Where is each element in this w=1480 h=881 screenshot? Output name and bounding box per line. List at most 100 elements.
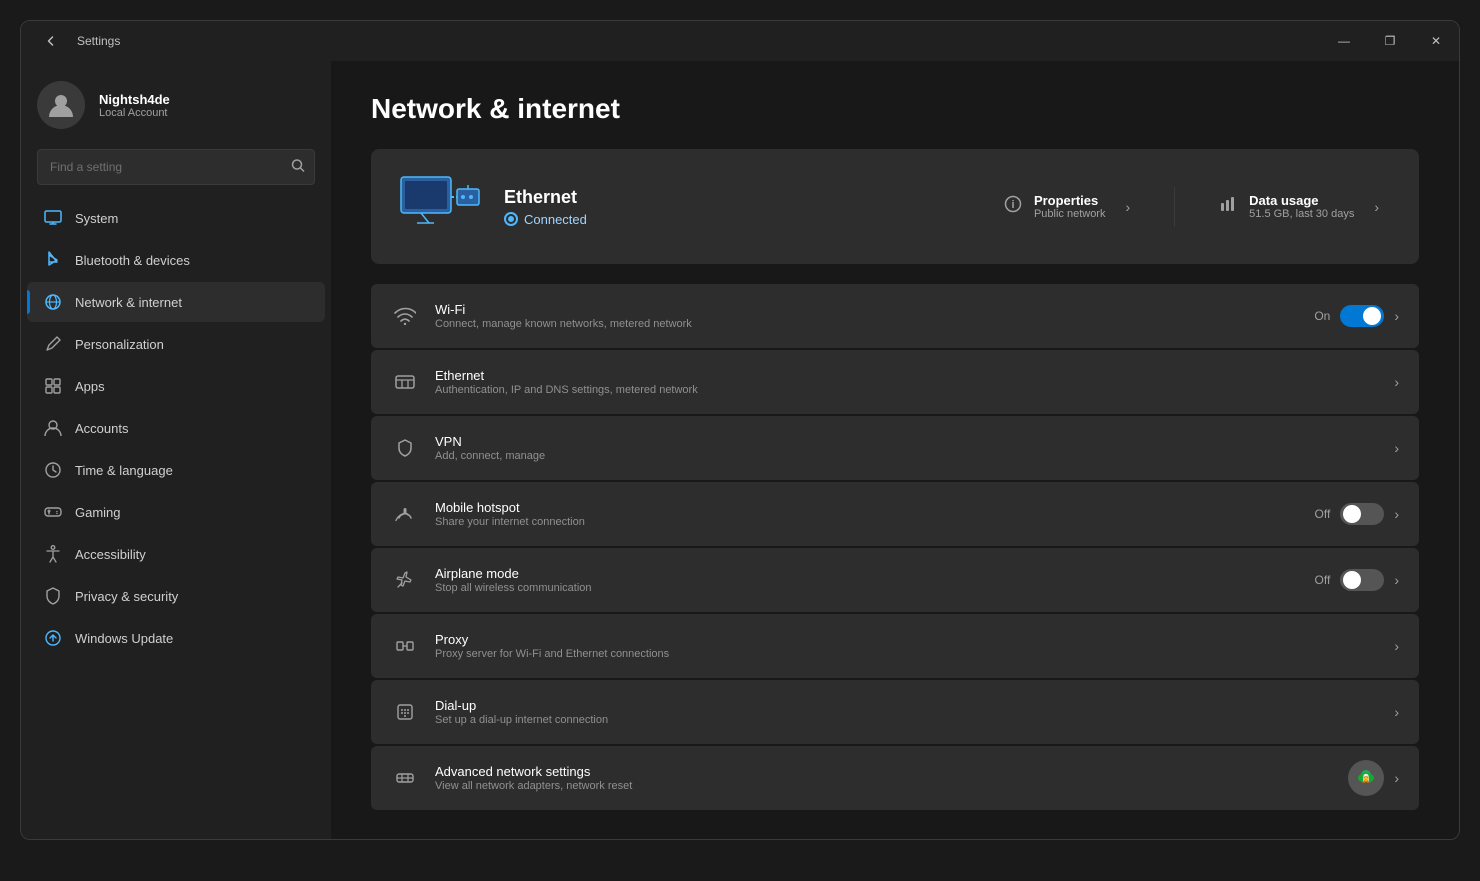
hotspot-title: Mobile hotspot xyxy=(435,500,1299,515)
ethernet-info: Ethernet Connected xyxy=(504,187,972,227)
sidebar-item-bluetooth[interactable]: Bluetooth & devices xyxy=(27,240,325,280)
search-box[interactable] xyxy=(37,149,315,185)
ethernet-chevron: › xyxy=(1394,374,1399,390)
dialup-icon xyxy=(391,698,419,726)
sidebar-label-apps: Apps xyxy=(75,379,105,394)
ethernet-list-title: Ethernet xyxy=(435,368,1378,383)
hotspot-toggle-label: Off xyxy=(1315,507,1331,521)
properties-chevron: › xyxy=(1125,199,1130,215)
window-controls: — ❐ ✕ xyxy=(1321,21,1459,61)
advanced-item[interactable]: Advanced network settings View all netwo… xyxy=(371,746,1419,810)
airplane-toggle[interactable] xyxy=(1340,569,1384,591)
network-icon xyxy=(43,292,63,312)
sidebar-label-system: System xyxy=(75,211,118,226)
sidebar-item-update[interactable]: Windows Update xyxy=(27,618,325,658)
accounts-icon xyxy=(43,418,63,438)
wifi-desc: Connect, manage known networks, metered … xyxy=(435,318,1298,330)
sidebar-item-privacy[interactable]: Privacy & security xyxy=(27,576,325,616)
proxy-desc: Proxy server for Wi-Fi and Ethernet conn… xyxy=(435,648,1378,660)
advanced-chevron: › xyxy=(1394,770,1399,786)
sidebar: Nightsh4de Local Account xyxy=(21,61,331,839)
wifi-text: Wi-Fi Connect, manage known networks, me… xyxy=(435,302,1298,330)
ethernet-actions: i Properties Public network › xyxy=(992,185,1391,228)
sidebar-item-apps[interactable]: Apps xyxy=(27,366,325,406)
close-button[interactable]: ✕ xyxy=(1413,21,1459,61)
advanced-text: Advanced network settings View all netwo… xyxy=(435,764,1332,792)
vpn-title: VPN xyxy=(435,434,1378,449)
ethernet-item[interactable]: Ethernet Authentication, IP and DNS sett… xyxy=(371,350,1419,414)
hotspot-item[interactable]: Mobile hotspot Share your internet conne… xyxy=(371,482,1419,546)
vpn-chevron: › xyxy=(1394,440,1399,456)
minimize-button[interactable]: — xyxy=(1321,21,1367,61)
avatar xyxy=(37,81,85,129)
airplane-toggle-label: Off xyxy=(1315,573,1331,587)
accessibility-icon xyxy=(43,544,63,564)
data-usage-action[interactable]: Data usage 51.5 GB, last 30 days › xyxy=(1207,185,1391,228)
update-icon xyxy=(43,628,63,648)
time-icon xyxy=(43,460,63,480)
properties-icon: i xyxy=(1004,195,1022,218)
data-usage-icon xyxy=(1219,195,1237,218)
sidebar-item-time[interactable]: Time & language xyxy=(27,450,325,490)
airplane-item[interactable]: Airplane mode Stop all wireless communic… xyxy=(371,548,1419,612)
properties-action[interactable]: i Properties Public network › xyxy=(992,185,1142,228)
svg-text:i: i xyxy=(1011,199,1014,211)
back-button[interactable] xyxy=(37,27,65,55)
maximize-button[interactable]: ❐ xyxy=(1367,21,1413,61)
airplane-right: Off › xyxy=(1315,569,1399,591)
user-avatar-thumb: 🧝 xyxy=(1348,760,1384,796)
ethernet-list-icon xyxy=(391,368,419,396)
ethernet-list-desc: Authentication, IP and DNS settings, met… xyxy=(435,384,1378,396)
sidebar-label-bluetooth: Bluetooth & devices xyxy=(75,253,190,268)
wifi-chevron: › xyxy=(1394,308,1399,324)
proxy-right: › xyxy=(1394,638,1399,654)
proxy-text: Proxy Proxy server for Wi-Fi and Etherne… xyxy=(435,632,1378,660)
vpn-icon xyxy=(391,434,419,462)
ethernet-status: Connected xyxy=(504,212,972,227)
hotspot-icon xyxy=(391,500,419,528)
data-usage-sub: 51.5 GB, last 30 days xyxy=(1249,208,1354,220)
sidebar-item-personalization[interactable]: Personalization xyxy=(27,324,325,364)
window-title: Settings xyxy=(77,34,120,48)
dialup-right: › xyxy=(1394,704,1399,720)
sidebar-item-gaming[interactable]: Gaming xyxy=(27,492,325,532)
sidebar-item-network[interactable]: Network & internet xyxy=(27,282,325,322)
proxy-icon xyxy=(391,632,419,660)
vpn-right: › xyxy=(1394,440,1399,456)
user-name: Nightsh4de xyxy=(99,92,170,107)
advanced-right: 🧝 › xyxy=(1348,760,1399,796)
airplane-chevron: › xyxy=(1394,572,1399,588)
sidebar-item-system[interactable]: System xyxy=(27,198,325,238)
content-area: Nightsh4de Local Account xyxy=(21,61,1459,839)
sidebar-item-accounts[interactable]: Accounts xyxy=(27,408,325,448)
vpn-text: VPN Add, connect, manage xyxy=(435,434,1378,462)
hotspot-desc: Share your internet connection xyxy=(435,516,1299,528)
hotspot-toggle[interactable] xyxy=(1340,503,1384,525)
sidebar-label-accessibility: Accessibility xyxy=(75,547,146,562)
wifi-icon xyxy=(391,302,419,330)
system-icon xyxy=(43,208,63,228)
user-profile[interactable]: Nightsh4de Local Account xyxy=(21,61,331,145)
dialup-item[interactable]: Dial-up Set up a dial-up internet connec… xyxy=(371,680,1419,744)
hotspot-text: Mobile hotspot Share your internet conne… xyxy=(435,500,1299,528)
data-usage-chevron: › xyxy=(1374,199,1379,215)
sidebar-label-privacy: Privacy & security xyxy=(75,589,178,604)
user-info: Nightsh4de Local Account xyxy=(99,92,170,119)
wifi-item[interactable]: Wi-Fi Connect, manage known networks, me… xyxy=(371,284,1419,348)
dialup-title: Dial-up xyxy=(435,698,1378,713)
proxy-item[interactable]: Proxy Proxy server for Wi-Fi and Etherne… xyxy=(371,614,1419,678)
advanced-title: Advanced network settings xyxy=(435,764,1332,779)
properties-sub: Public network xyxy=(1034,208,1106,220)
search-input[interactable] xyxy=(37,149,315,185)
sidebar-label-time: Time & language xyxy=(75,463,173,478)
main-content: Network & internet xyxy=(331,61,1459,839)
ethernet-hero-card[interactable]: Ethernet Connected i xyxy=(371,149,1419,264)
wifi-toggle[interactable] xyxy=(1340,305,1384,327)
svg-text:🧝: 🧝 xyxy=(1361,773,1371,783)
wifi-right: On › xyxy=(1314,305,1399,327)
vpn-item[interactable]: VPN Add, connect, manage › xyxy=(371,416,1419,480)
vpn-desc: Add, connect, manage xyxy=(435,450,1378,462)
airplane-title: Airplane mode xyxy=(435,566,1299,581)
wifi-title: Wi-Fi xyxy=(435,302,1298,317)
sidebar-item-accessibility[interactable]: Accessibility xyxy=(27,534,325,574)
